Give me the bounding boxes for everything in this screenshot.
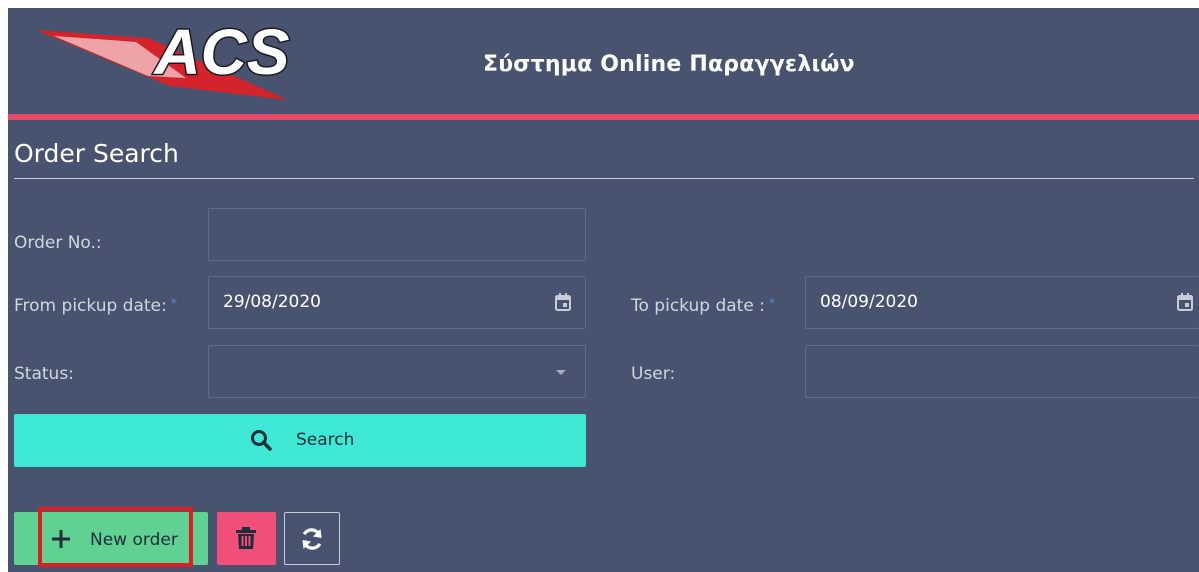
refresh-icon bbox=[302, 528, 322, 550]
order-no-label: Order No.: bbox=[14, 233, 102, 253]
search-button-label: Search bbox=[296, 430, 355, 450]
delete-button[interactable] bbox=[217, 512, 276, 565]
accent-bar bbox=[8, 114, 1199, 120]
app-window: ACS Σύστημα Online Παραγγελιών Order Sea… bbox=[8, 8, 1199, 572]
trash-icon bbox=[236, 527, 256, 549]
acs-logo: ACS bbox=[36, 16, 291, 100]
required-marker: * bbox=[170, 296, 177, 310]
status-select[interactable] bbox=[208, 345, 586, 398]
user-label: User: bbox=[631, 364, 675, 384]
required-marker: * bbox=[768, 296, 775, 310]
order-no-input[interactable] bbox=[208, 208, 586, 261]
search-icon bbox=[251, 430, 272, 451]
to-pickup-date-value: 08/09/2020 bbox=[820, 292, 918, 312]
chevron-down-icon bbox=[556, 370, 566, 375]
order-no-label-text: Order No.: bbox=[14, 233, 102, 253]
from-pickup-date-field[interactable]: 29/08/2020 bbox=[208, 276, 586, 329]
from-pickup-date-label: From pickup date: * bbox=[14, 296, 177, 316]
calendar-icon[interactable] bbox=[1177, 293, 1193, 311]
to-pickup-date-label: To pickup date : * bbox=[631, 296, 775, 316]
status-label-text: Status: bbox=[14, 364, 74, 384]
calendar-icon[interactable] bbox=[555, 293, 571, 311]
search-button[interactable]: Search bbox=[14, 414, 586, 467]
section-divider bbox=[14, 178, 1194, 179]
to-pickup-date-field[interactable]: 08/09/2020 bbox=[805, 276, 1199, 329]
status-label: Status: bbox=[14, 364, 74, 384]
app-title: Σύστημα Online Παραγγελιών bbox=[483, 52, 855, 77]
page-title: Order Search bbox=[14, 139, 179, 168]
user-label-text: User: bbox=[631, 364, 676, 384]
from-pickup-date-value: 29/08/2020 bbox=[223, 292, 321, 312]
from-pickup-date-label-text: From pickup date: bbox=[14, 296, 167, 316]
to-pickup-date-label-text: To pickup date : bbox=[631, 296, 765, 316]
header: ACS Σύστημα Online Παραγγελιών bbox=[8, 8, 1199, 114]
logo-text: ACS bbox=[152, 16, 289, 88]
user-input[interactable] bbox=[805, 345, 1199, 398]
highlight-outline bbox=[38, 507, 193, 567]
refresh-button[interactable] bbox=[284, 512, 340, 565]
